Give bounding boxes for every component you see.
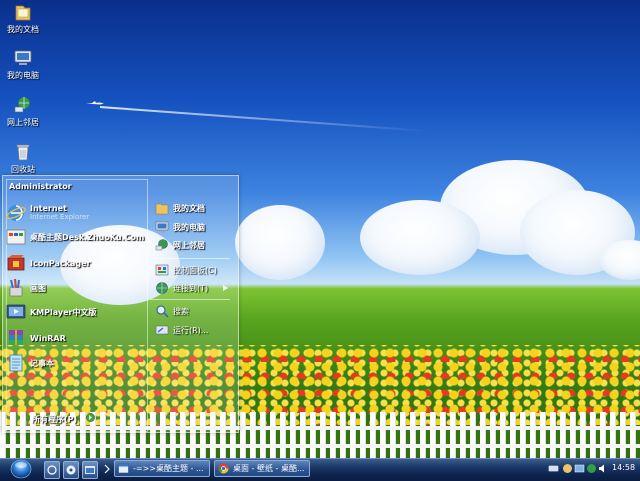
- menu-separator: [150, 299, 230, 300]
- paint-icon: [9, 278, 23, 297]
- network-status-icon[interactable]: [574, 463, 585, 474]
- program-title: 画图: [30, 283, 46, 293]
- control-panel-icon: [155, 264, 169, 276]
- start-menu-place-my-documents[interactable]: 我的文档: [155, 200, 205, 216]
- start-menu-place-my-computer[interactable]: 我的电脑: [155, 219, 205, 235]
- folder-documents-icon: [155, 203, 169, 215]
- search-icon: [156, 305, 169, 318]
- start-menu-item-winrar[interactable]: WinRAR: [6, 327, 66, 349]
- cloud: [360, 200, 480, 275]
- kmplayer-icon: [6, 304, 26, 319]
- start-menu-item-zhuoku[interactable]: 桌酷主题Desk.ZhuoKu.Com: [6, 226, 144, 248]
- desktop-icon-my-documents[interactable]: 我的文档: [0, 2, 46, 35]
- quicklaunch-media[interactable]: [63, 461, 79, 479]
- place-label: 网上邻居: [173, 240, 205, 250]
- media-player-icon: [66, 465, 76, 475]
- notepad-icon: [9, 354, 23, 372]
- program-title: 桌酷主题Desk.ZhuoKu.Com: [30, 232, 145, 242]
- quicklaunch-explorer[interactable]: [82, 461, 98, 479]
- folder-documents-icon: [15, 5, 31, 21]
- taskbar-task-zhuoku[interactable]: -=>>桌酷主题 - ...: [114, 460, 210, 477]
- keyboard-icon[interactable]: [548, 463, 559, 474]
- place-label: 控制面板(C): [173, 265, 217, 275]
- zhuoku-icon: [6, 229, 26, 245]
- input-method-icon[interactable]: [562, 463, 573, 474]
- arrow-right-icon: [86, 413, 95, 422]
- security-icon[interactable]: [586, 463, 597, 474]
- desktop-icon-my-computer[interactable]: 我的电脑: [0, 48, 46, 81]
- place-label: 运行(R)...: [173, 325, 209, 335]
- start-menu-item-paint[interactable]: 画图: [6, 277, 46, 299]
- network-icon: [155, 239, 168, 251]
- desktop-icon-label: 我的文档: [7, 25, 39, 34]
- start-menu-place-connect-to[interactable]: 连接到(T): [155, 280, 208, 296]
- program-title: KMPlayer中文版: [30, 307, 97, 317]
- desktop-icon-recycle-bin[interactable]: 回收站: [0, 142, 46, 175]
- network-icon: [14, 96, 31, 113]
- start-menu-place-run[interactable]: 运行(R)...: [155, 322, 208, 338]
- start-menu-place-search[interactable]: 搜索: [155, 303, 189, 319]
- program-title: Internet: [30, 204, 67, 213]
- start-button[interactable]: [10, 459, 32, 479]
- computer-icon: [14, 50, 32, 65]
- quicklaunch-expand-icon[interactable]: [103, 463, 111, 475]
- refresh-icon: [47, 465, 57, 475]
- place-label: 我的电脑: [173, 222, 205, 232]
- program-title: IconPackager: [30, 258, 91, 268]
- computer-icon: [155, 221, 169, 233]
- start-menu-item-notepad[interactable]: 记事本: [6, 352, 54, 374]
- start-menu-item-internet[interactable]: Internet Internet Explorer: [6, 202, 89, 224]
- airplane-icon: [86, 101, 104, 105]
- chrome-icon: [218, 463, 229, 474]
- contrail: [99, 106, 430, 133]
- task-label: 桌面 - 壁纸 - 桌酷...: [233, 464, 305, 473]
- explorer-icon: [85, 466, 95, 474]
- internet-explorer-icon: [6, 205, 26, 221]
- task-label: -=>>桌酷主题 - ...: [133, 464, 204, 473]
- window-icon: [118, 463, 129, 474]
- start-menu-place-control-panel[interactable]: 控制面板(C): [155, 262, 217, 278]
- desktop-icon-label: 回收站: [11, 165, 35, 174]
- cloud: [235, 205, 325, 280]
- start-menu-user-name: Administrator: [9, 182, 72, 191]
- submenu-arrow-icon: [223, 285, 228, 291]
- quicklaunch-show-desktop[interactable]: [44, 461, 60, 479]
- desktop-icon-label: 网上邻居: [7, 118, 39, 127]
- place-label: 连接到(T): [173, 283, 209, 293]
- run-icon: [155, 325, 169, 335]
- place-label: 搜索: [173, 306, 189, 316]
- program-title: 记事本: [30, 358, 54, 368]
- place-label: 我的文档: [173, 203, 205, 213]
- desktop-icon-network[interactable]: 网上邻居: [0, 95, 46, 128]
- taskbar-task-chrome[interactable]: 桌面 - 壁纸 - 桌酷...: [214, 460, 310, 477]
- taskbar-clock[interactable]: 14:58: [612, 463, 635, 472]
- desktop-icon-label: 我的电脑: [7, 71, 39, 80]
- all-programs-button[interactable]: 所有程序(P): [32, 414, 77, 425]
- program-subtitle: Internet Explorer: [30, 213, 90, 221]
- winrar-icon: [9, 330, 23, 345]
- start-menu-place-network[interactable]: 网上邻居: [155, 237, 205, 253]
- iconpackager-icon: [7, 255, 25, 271]
- menu-separator: [150, 258, 230, 259]
- volume-icon[interactable]: [598, 463, 609, 474]
- recycle-bin-icon: [16, 144, 30, 161]
- start-menu-item-kmplayer[interactable]: KMPlayer中文版: [6, 301, 97, 323]
- program-title: WinRAR: [30, 333, 66, 343]
- start-menu-item-iconpackager[interactable]: IconPackager: [6, 252, 91, 274]
- connect-icon: [156, 282, 168, 294]
